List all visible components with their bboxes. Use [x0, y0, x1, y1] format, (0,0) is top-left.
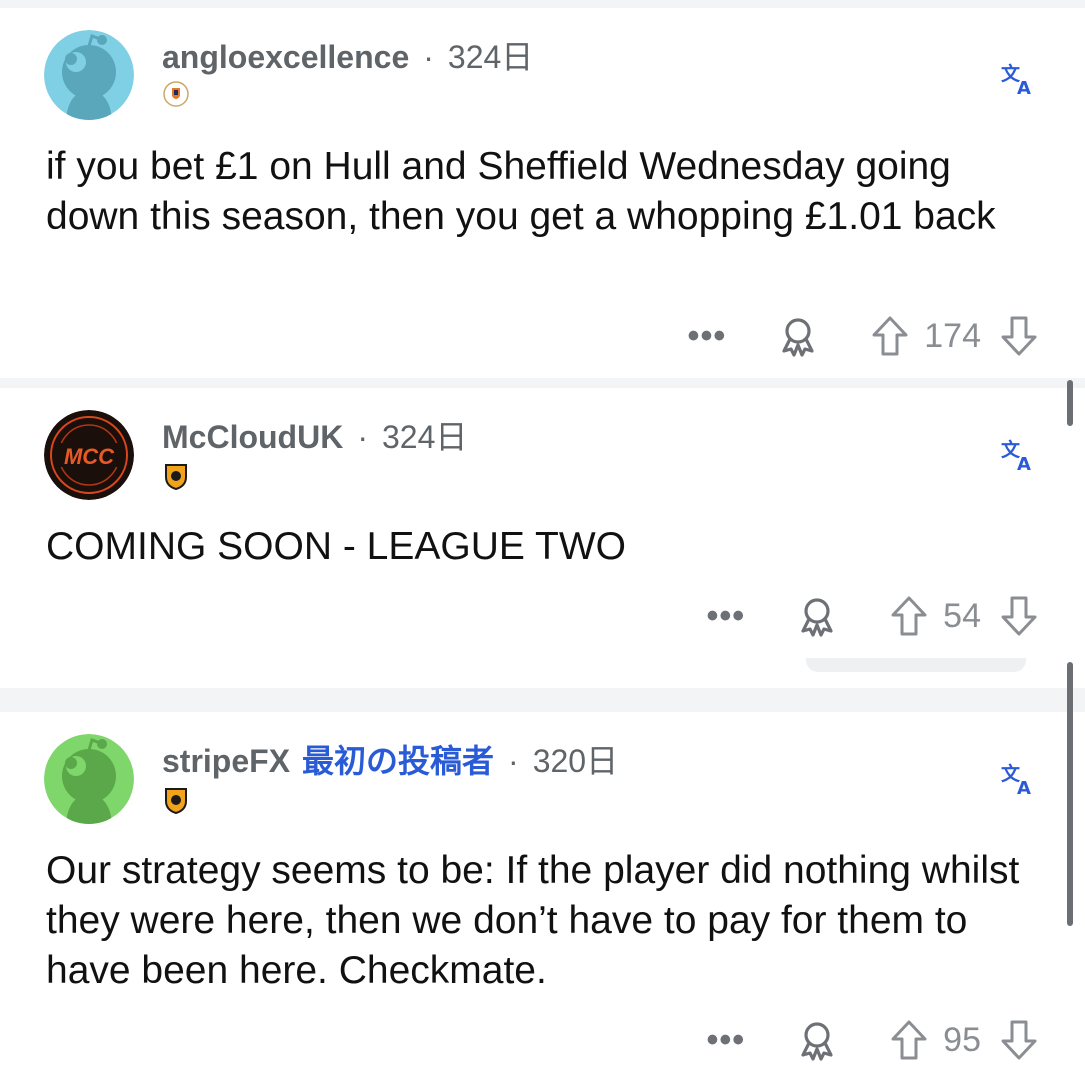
- scrollbar[interactable]: [1067, 380, 1073, 426]
- upvote-icon[interactable]: [889, 594, 929, 638]
- separator-dot: ·: [423, 39, 434, 75]
- award-icon[interactable]: [776, 314, 820, 358]
- svg-text:A: A: [1017, 78, 1031, 99]
- collapse-pill: [806, 658, 1026, 672]
- avatar[interactable]: [44, 30, 134, 120]
- comment-meta: stripeFX 最初の投稿者 · 320日: [162, 736, 618, 782]
- snoo-avatar-icon: [44, 734, 134, 824]
- more-options-icon[interactable]: •••: [706, 1023, 745, 1057]
- comment-3: stripeFX 最初の投稿者 · 320日 文 A Our strategy see…: [0, 712, 1085, 1078]
- scrollbar[interactable]: [1067, 662, 1073, 926]
- upvote-icon[interactable]: [889, 1018, 929, 1062]
- translate-icon[interactable]: 文 A: [999, 760, 1039, 800]
- hull-city-badge-icon: [163, 462, 189, 491]
- username[interactable]: McCloudUK: [162, 419, 343, 455]
- timestamp: 324日: [447, 39, 534, 75]
- translate-icon[interactable]: 文 A: [999, 436, 1039, 476]
- svg-text:MCC: MCC: [64, 444, 115, 469]
- separator-dot: ·: [357, 419, 368, 455]
- comment-actions: ••• 54: [706, 594, 1039, 638]
- comment-1: angloexcellence · 324日 文 A if you bet £1 o…: [0, 8, 1085, 378]
- comment-meta: McCloudUK · 324日: [162, 412, 467, 458]
- translate-icon[interactable]: 文 A: [999, 60, 1039, 100]
- username[interactable]: angloexcellence: [162, 39, 409, 75]
- downvote-icon[interactable]: [999, 1018, 1039, 1062]
- award-icon[interactable]: [795, 1018, 839, 1062]
- award-icon[interactable]: [795, 594, 839, 638]
- downvote-icon[interactable]: [999, 314, 1039, 358]
- svg-text:A: A: [1017, 778, 1031, 799]
- comment-body: if you bet £1 on Hull and Sheffield Wedn…: [46, 145, 996, 238]
- comment-body: COMING SOON - LEAGUE TWO: [46, 525, 626, 568]
- avatar[interactable]: [44, 734, 134, 824]
- comment-actions: ••• 95: [706, 1018, 1039, 1062]
- vote-score: 54: [943, 596, 981, 635]
- comment-2: MCC McCloudUK · 324日 文 A COMING SOON - LEA…: [0, 388, 1085, 688]
- vote-score: 174: [924, 316, 981, 355]
- snoo-avatar-icon: [44, 30, 134, 120]
- downvote-icon[interactable]: [999, 594, 1039, 638]
- timestamp: 320日: [532, 743, 619, 779]
- comment-meta: angloexcellence · 324日: [162, 32, 533, 78]
- vote-score: 95: [943, 1020, 981, 1059]
- timestamp: 324日: [381, 419, 468, 455]
- luton-town-badge-icon: [163, 80, 189, 108]
- upvote-icon[interactable]: [870, 314, 910, 358]
- separator-dot: ·: [508, 743, 519, 779]
- comment-actions: ••• 174: [688, 314, 1039, 358]
- hull-city-badge-icon: [163, 786, 189, 815]
- comment-body: Our strategy seems to be: If the player …: [46, 849, 1020, 992]
- avatar[interactable]: MCC: [44, 410, 134, 500]
- username[interactable]: stripeFX: [162, 743, 290, 779]
- op-badge: 最初の投稿者: [302, 743, 495, 779]
- mcc-logo-avatar-icon: MCC: [44, 410, 134, 500]
- svg-text:A: A: [1017, 454, 1031, 475]
- more-options-icon[interactable]: •••: [706, 599, 745, 633]
- more-options-icon[interactable]: •••: [688, 319, 727, 353]
